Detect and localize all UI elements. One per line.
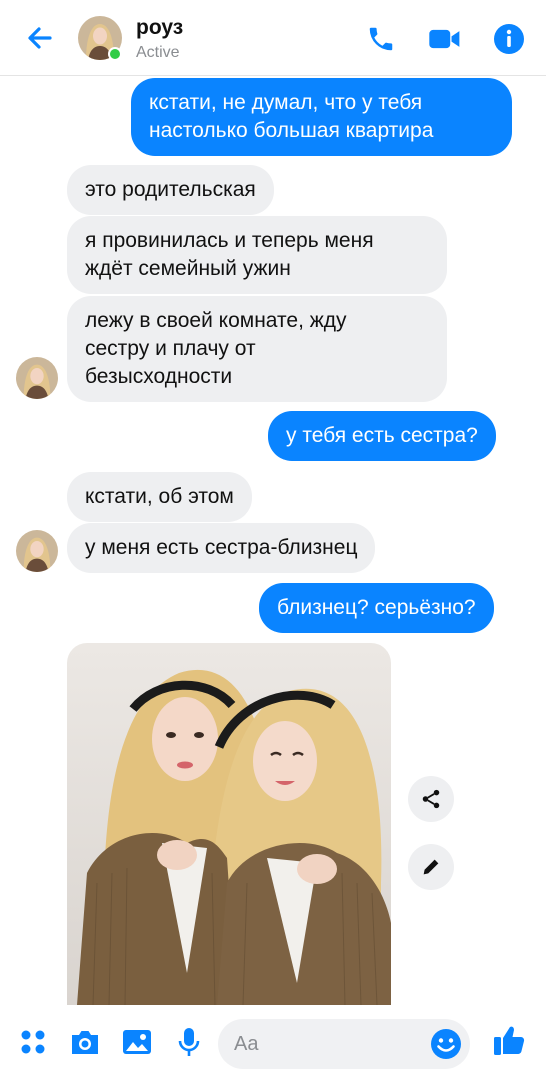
share-icon[interactable] <box>408 776 454 822</box>
contact-status: Active <box>136 44 180 61</box>
video-camera-icon[interactable] <box>428 22 462 56</box>
contact-name[interactable]: роуз <box>136 16 183 40</box>
thumbs-up-icon[interactable] <box>492 1023 526 1057</box>
info-icon[interactable] <box>492 22 526 56</box>
microphone-icon[interactable] <box>172 1025 206 1059</box>
emoji-icon[interactable] <box>430 1028 462 1060</box>
message-outgoing[interactable]: близнец? серьёзно? <box>259 583 494 633</box>
message-incoming[interactable]: лежу в своей комнате, жду сестру и плачу… <box>67 296 447 402</box>
message-input[interactable] <box>234 1019 424 1069</box>
message-incoming[interactable]: я провинилась и теперь меня ждёт семейны… <box>67 216 447 294</box>
online-indicator <box>108 47 122 61</box>
apps-icon[interactable] <box>16 1025 50 1059</box>
contact-avatar-small[interactable] <box>16 357 58 399</box>
edit-icon[interactable] <box>408 844 454 890</box>
composer-bar <box>0 1005 546 1080</box>
message-incoming[interactable]: у меня есть сестра-близнец <box>67 523 376 573</box>
gallery-icon[interactable] <box>120 1025 154 1059</box>
back-arrow-icon[interactable] <box>22 20 58 56</box>
message-incoming[interactable]: это родительская <box>67 165 274 215</box>
message-outgoing[interactable]: у тебя есть сестра? <box>268 411 496 461</box>
contact-avatar-small[interactable] <box>16 530 58 572</box>
photo-attachment[interactable] <box>67 643 391 1005</box>
message-outgoing[interactable]: кстати, не думал, что у тебя настолько б… <box>131 78 512 156</box>
camera-icon[interactable] <box>68 1025 102 1059</box>
message-incoming[interactable]: кстати, об этом <box>67 472 252 522</box>
message-composer <box>218 1019 470 1069</box>
chat-header: роуз Active <box>0 0 546 76</box>
phone-icon[interactable] <box>364 22 398 56</box>
